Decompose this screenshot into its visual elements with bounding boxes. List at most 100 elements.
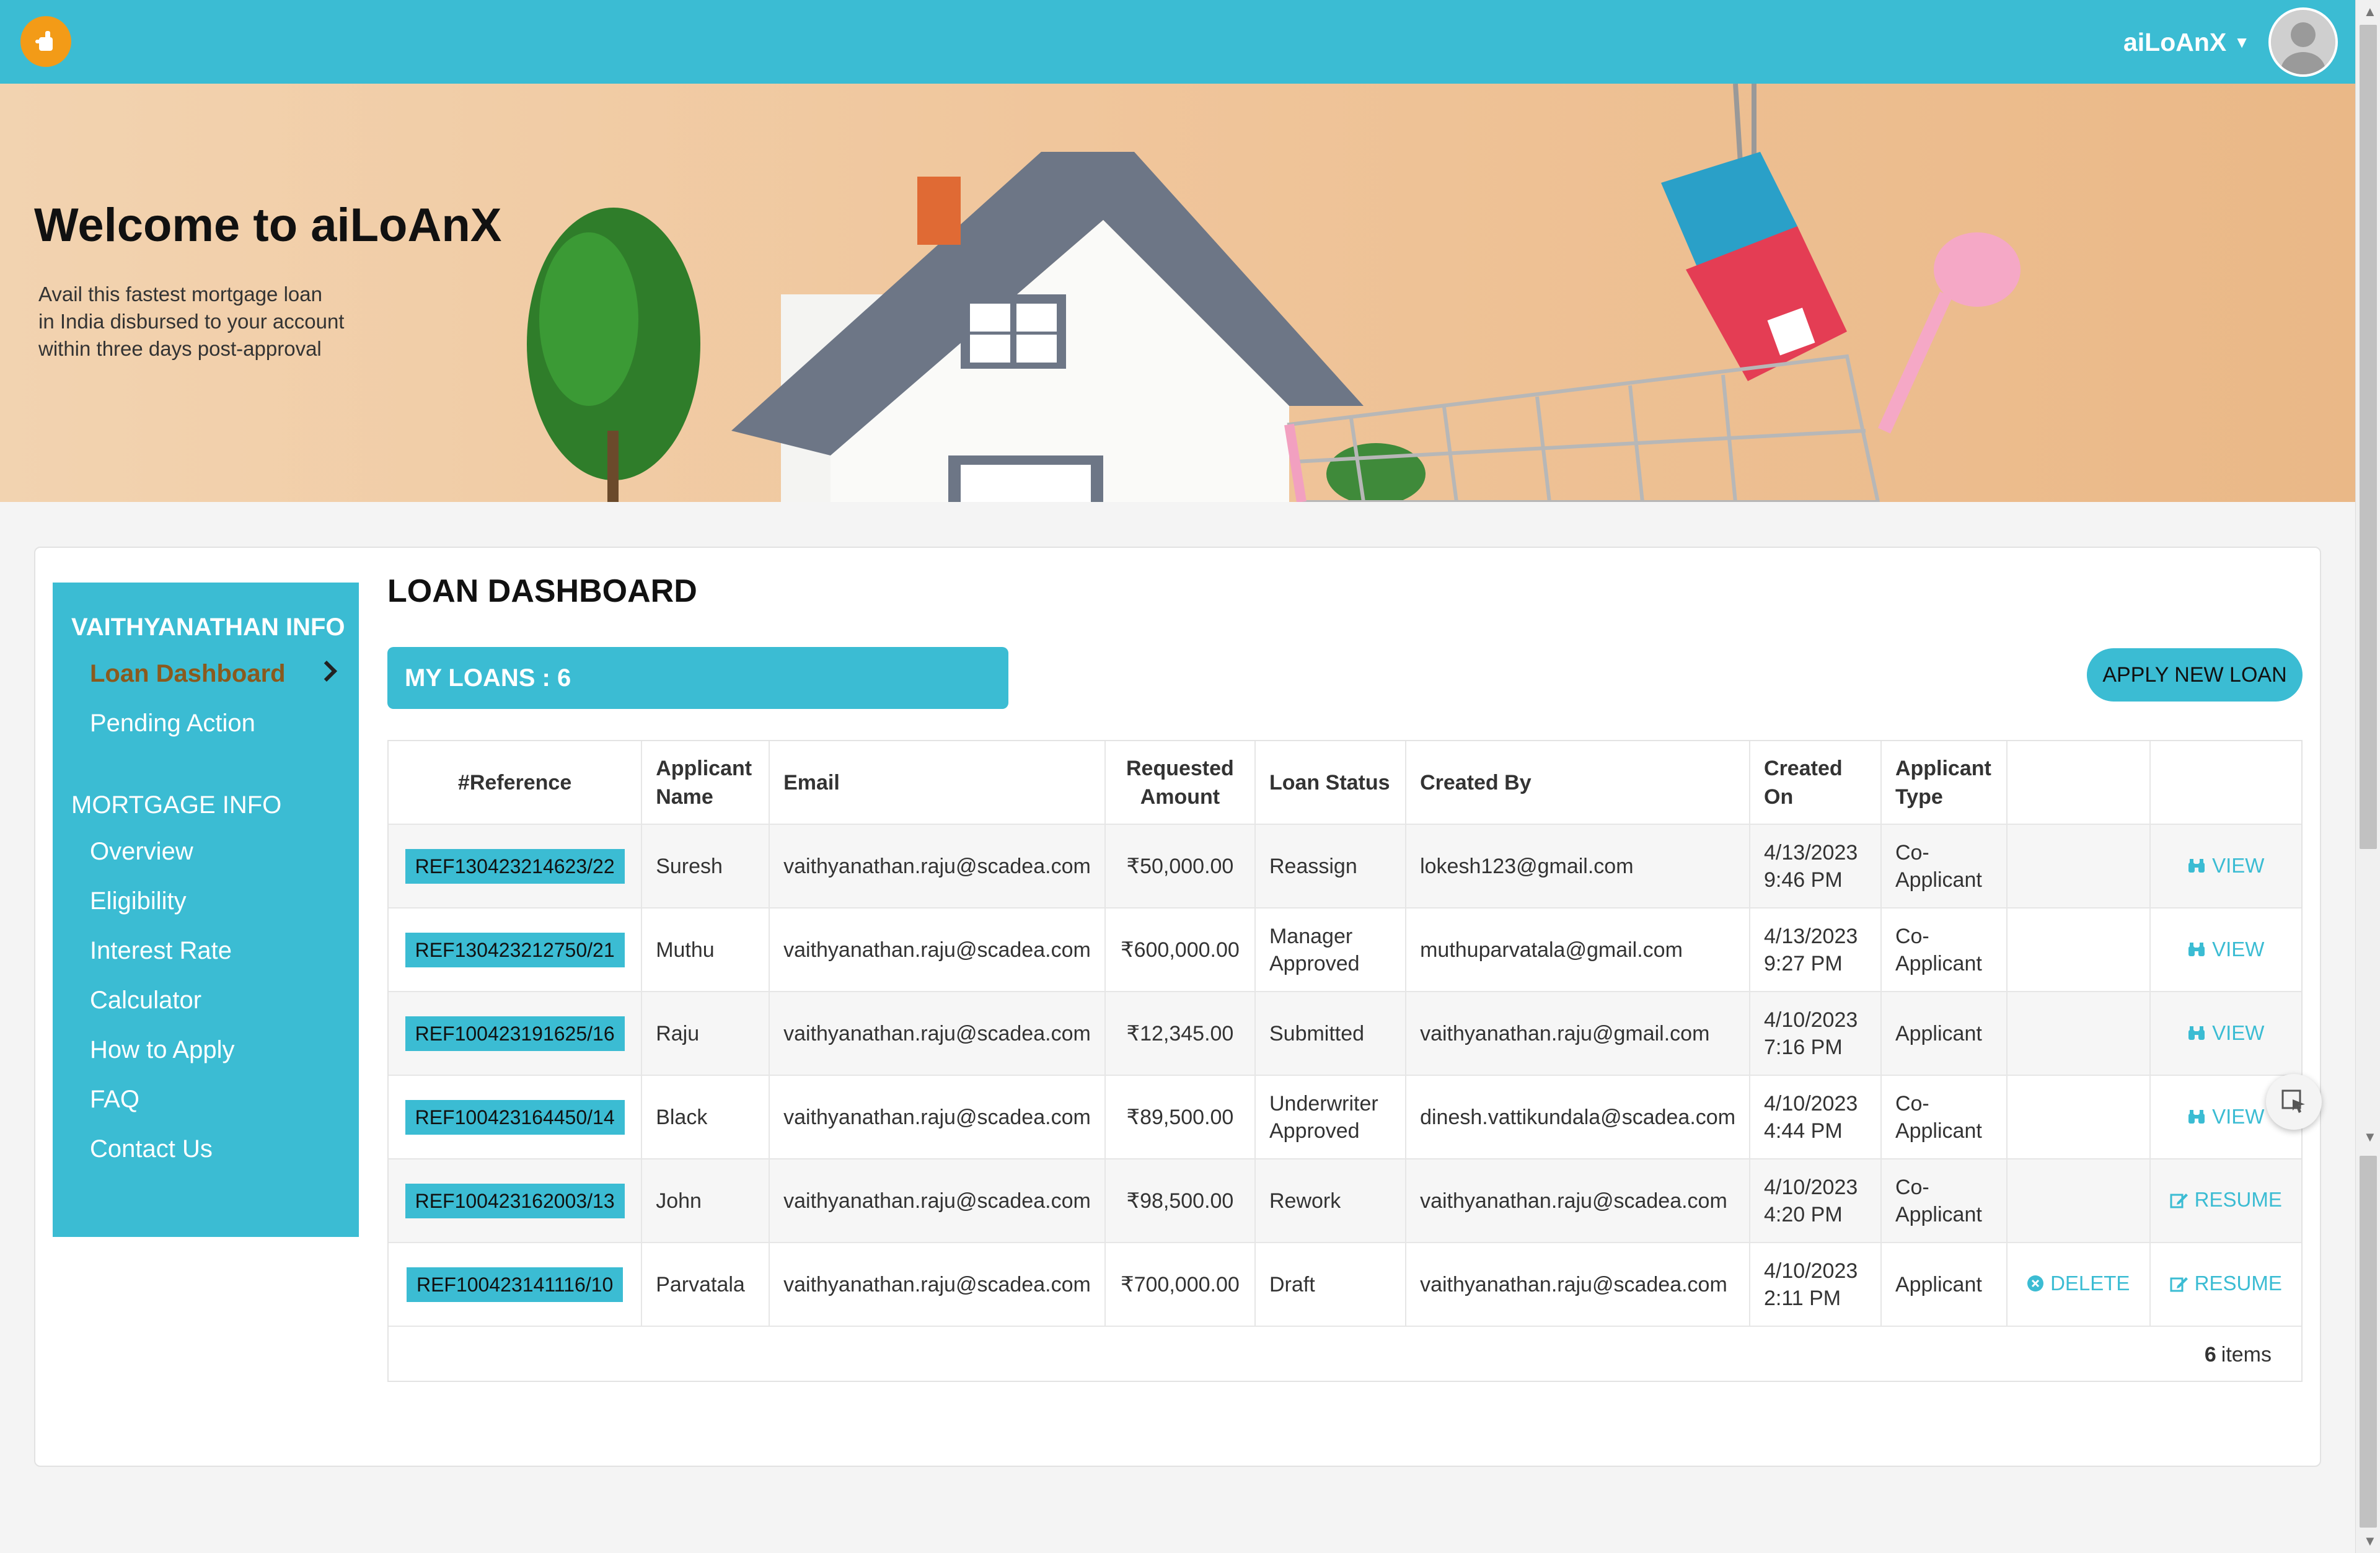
cell-text: Approved — [1269, 1119, 1360, 1143]
cell-action: VIEW — [2149, 908, 2301, 992]
table-row: REF100423141116/10 Parvatala vaithyanathan… — [389, 1243, 2301, 1327]
floating-assist-button[interactable] — [2266, 1074, 2322, 1130]
hero-subtitle-line: Avail this fastest mortgage loan — [38, 283, 322, 306]
cell-amount: ₹98,500.00 — [1104, 1159, 1256, 1243]
cursor-select-icon — [2281, 1089, 2305, 1113]
cell-reference: REF130423214623/22 — [389, 824, 643, 908]
view-button[interactable]: VIEW — [2187, 1103, 2264, 1130]
cell-delete — [2007, 992, 2151, 1076]
cell-reference: REF100423162003/13 — [389, 1159, 643, 1243]
cell-applicant-name: Raju — [641, 992, 770, 1076]
col-header-created-by[interactable]: Created By — [1406, 741, 1751, 825]
col-header-applicant-type[interactable]: Applicant Type — [1880, 741, 2008, 825]
cell-reference: REF100423164450/14 — [389, 1075, 643, 1159]
sidebar-item-how-to-apply[interactable]: How to Apply — [53, 1025, 359, 1075]
cell-text: 9:46 PM — [1764, 868, 1843, 892]
house-illustration — [527, 84, 2021, 502]
reference-badge: REF100423141116/10 — [406, 1267, 624, 1302]
cell-text: Applicant — [1895, 1119, 1982, 1143]
cell-text: Applicant — [1895, 1202, 1982, 1226]
cell-text: Reassign — [1269, 854, 1357, 878]
action-label: VIEW — [2212, 1021, 2265, 1044]
cell-reference: REF100423191625/16 — [389, 992, 643, 1076]
avatar[interactable] — [2268, 7, 2338, 77]
cell-text: 4/10/2023 — [1764, 1259, 1858, 1283]
col-header-applicant-name[interactable]: Applicant Name — [641, 741, 770, 825]
cell-text: 4/10/2023 — [1764, 1008, 1858, 1032]
reference-badge: REF130423212750/21 — [405, 932, 625, 967]
resume-button[interactable]: RESUME — [2170, 1270, 2282, 1297]
sidebar-item-overview[interactable]: Overview — [53, 827, 359, 876]
hero-subtitle-line: in India disbursed to your account — [38, 310, 345, 333]
dashboard-card: VAITHYANATHAN INFO Loan Dashboard Pendin… — [34, 547, 2321, 1467]
cell-email: vaithyanathan.raju@scadea.com — [769, 1159, 1106, 1243]
cell-action: RESUME — [2149, 1243, 2301, 1327]
delete-button[interactable]: DELETE — [2027, 1270, 2130, 1297]
edit-icon — [2170, 1277, 2188, 1292]
cell-applicant-type: Co- Applicant — [1880, 908, 2008, 992]
sidebar-item-eligibility[interactable]: Eligibility — [53, 876, 359, 926]
sidebar-section-user-info: VAITHYANATHAN INFO — [71, 614, 345, 641]
cell-text: Approved — [1269, 951, 1360, 975]
header-text: Type — [1895, 785, 1943, 809]
cell-text: Manager — [1269, 924, 1353, 948]
sidebar-item-label: Overview — [90, 837, 193, 865]
scroll-down-icon[interactable]: ▼ — [2363, 1129, 2377, 1145]
cell-loan-status: Reassign — [1254, 824, 1407, 908]
view-button[interactable]: VIEW — [2187, 936, 2264, 963]
sidebar-item-loan-dashboard[interactable]: Loan Dashboard — [53, 649, 359, 698]
cell-created-by: vaithyanathan.raju@scadea.com — [1406, 1243, 1751, 1327]
cell-applicant-name: John — [641, 1159, 770, 1243]
cell-loan-status: Manager Approved — [1254, 908, 1407, 992]
view-button[interactable]: VIEW — [2187, 852, 2264, 879]
sidebar-item-label: FAQ — [90, 1085, 140, 1113]
sidebar-item-interest-rate[interactable]: Interest Rate — [53, 926, 359, 975]
scroll-up-icon[interactable]: ▲ — [2363, 4, 2377, 20]
reference-badge: REF100423162003/13 — [405, 1183, 625, 1218]
cell-email: vaithyanathan.raju@scadea.com — [769, 908, 1106, 992]
cell-amount: ₹50,000.00 — [1104, 824, 1256, 908]
caret-down-icon: ▼ — [2234, 32, 2250, 51]
my-loans-banner: MY LOANS : 6 — [387, 647, 1008, 709]
items-count: 6 — [2204, 1342, 2216, 1366]
col-header-loan-status[interactable]: Loan Status — [1254, 741, 1407, 825]
cell-text: Applicant — [1895, 1021, 1982, 1045]
loans-table: #Reference Applicant Name Email Requested… — [387, 740, 2303, 1382]
header-text: Applicant — [1895, 756, 1991, 780]
sidebar-item-faq[interactable]: FAQ — [53, 1075, 359, 1124]
main-content: LOAN DASHBOARD MY LOANS : 6 APPLY NEW LO… — [387, 573, 2303, 1382]
cell-loan-status: Underwriter Approved — [1254, 1075, 1407, 1159]
table-row: REF130423214623/22 Suresh vaithyanathan.ra… — [389, 824, 2301, 908]
apply-new-loan-button[interactable]: APPLY NEW LOAN — [2087, 648, 2303, 702]
sidebar-item-pending-action[interactable]: Pending Action — [53, 698, 359, 748]
user-menu[interactable]: aiLoAnX ▼ — [2123, 27, 2250, 57]
col-header-delete — [2007, 741, 2151, 825]
sidebar-section-mortgage-info: MORTGAGE INFO — [71, 791, 282, 819]
col-header-email[interactable]: Email — [769, 741, 1106, 825]
scroll-track-thumb[interactable] — [2360, 1156, 2377, 1528]
cell-action: RESUME — [2149, 1159, 2301, 1243]
view-button[interactable]: VIEW — [2187, 1019, 2264, 1047]
cell-applicant-name: Parvatala — [641, 1243, 770, 1327]
sidebar-item-contact-us[interactable]: Contact Us — [53, 1124, 359, 1174]
cell-email: vaithyanathan.raju@scadea.com — [769, 992, 1106, 1076]
resume-button[interactable]: RESUME — [2170, 1186, 2282, 1213]
col-header-reference[interactable]: #Reference — [389, 741, 643, 825]
table-row: REF100423191625/16 Raju vaithyanathan.raju… — [389, 992, 2301, 1076]
cell-created-on: 4/13/2023 9:46 PM — [1750, 824, 1882, 908]
col-header-requested-amount[interactable]: Requested Amount — [1104, 741, 1256, 825]
header-text: Amount — [1140, 785, 1220, 809]
action-label: VIEW — [2212, 853, 2265, 877]
cell-reference: REF130423212750/21 — [389, 908, 643, 992]
sidebar-item-label: Calculator — [90, 986, 202, 1014]
scroll-down-icon[interactable]: ▼ — [2363, 1533, 2377, 1549]
scroll-thumb[interactable] — [2360, 25, 2377, 849]
cell-email: vaithyanathan.raju@scadea.com — [769, 1075, 1106, 1159]
col-header-created-on[interactable]: Created On — [1750, 741, 1882, 825]
app-logo[interactable] — [20, 16, 71, 67]
cell-created-by: lokesh123@gmail.com — [1406, 824, 1751, 908]
sidebar-item-calculator[interactable]: Calculator — [53, 975, 359, 1025]
table-row: REF100423164450/14 Black vaithyanathan.raj… — [389, 1075, 2301, 1159]
delete-circle-icon — [2027, 1275, 2044, 1291]
page-scrollbar[interactable]: ▲ ▼ ▼ — [2355, 0, 2380, 1553]
